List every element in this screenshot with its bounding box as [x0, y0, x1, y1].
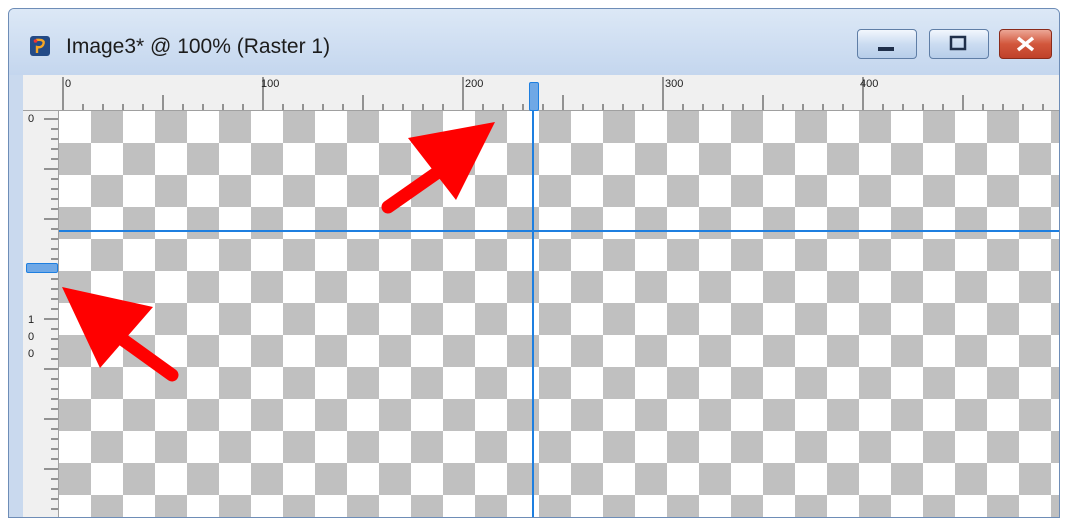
vertical-guide[interactable]	[532, 111, 534, 517]
horizontal-guide[interactable]	[59, 230, 1059, 232]
maximize-button[interactable]	[929, 29, 989, 59]
ruler-v-label-0c: 0	[28, 348, 35, 360]
horizontal-ruler[interactable]: 0 100 200 300 400	[23, 75, 1059, 111]
horizontal-guide-handle[interactable]	[26, 263, 58, 273]
vertical-guide-handle[interactable]	[529, 82, 539, 111]
ruler-v-label-1: 1	[28, 314, 35, 326]
image-window: Image3* @ 100% (Raster 1) 0 100 200 300 …	[8, 8, 1060, 518]
horizontal-ruler-ticks	[62, 77, 1044, 110]
ruler-h-label-300: 300	[665, 78, 684, 90]
ruler-h-label-100: 100	[261, 78, 280, 90]
vertical-ruler[interactable]: 0 1 0 0	[23, 111, 59, 517]
image-frame: 0 100 200 300 400 0 1 0 0	[23, 75, 1059, 517]
psp-app-icon	[30, 36, 50, 56]
window-title: Image3* @ 100% (Raster 1)	[66, 35, 331, 58]
transparent-canvas[interactable]	[59, 111, 1059, 517]
minimize-icon	[878, 47, 894, 51]
close-icon	[1016, 36, 1035, 52]
title-bar[interactable]: Image3* @ 100% (Raster 1)	[9, 9, 1059, 75]
ruler-v-label-0: 0	[28, 113, 35, 125]
ruler-v-label-0b: 0	[28, 331, 35, 343]
ruler-h-label-0: 0	[65, 78, 72, 90]
ruler-h-label-400: 400	[860, 78, 879, 90]
minimize-button[interactable]	[857, 29, 917, 59]
ruler-h-label-200: 200	[465, 78, 484, 90]
close-button[interactable]	[999, 29, 1052, 59]
maximize-icon	[949, 35, 967, 51]
